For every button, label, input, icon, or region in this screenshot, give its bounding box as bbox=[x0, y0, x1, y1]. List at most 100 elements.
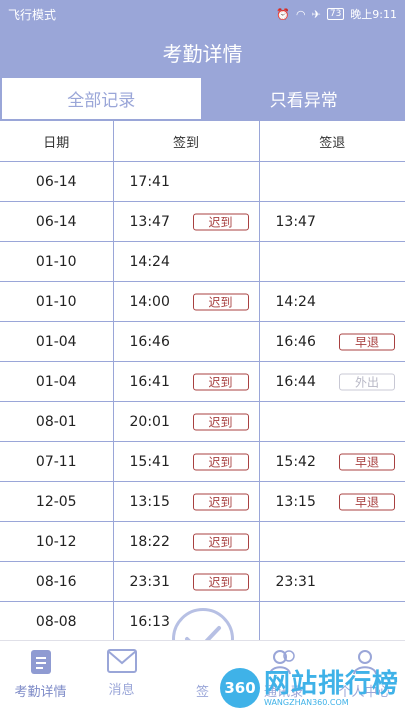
attendance-table: 日期 签到 签退 06-14 17:41 06-14 13:47 迟到 13:47 01-1… bbox=[0, 121, 405, 682]
status-badge: 早退 bbox=[339, 493, 395, 510]
row-checkin-cell: 14:24 bbox=[113, 242, 259, 282]
row-date: 08-16 bbox=[0, 562, 113, 602]
row-checkin-cell: 13:15 迟到 bbox=[113, 482, 259, 522]
status-badge: 迟到 bbox=[193, 293, 249, 310]
row-date: 08-01 bbox=[0, 402, 113, 442]
row-date: 01-04 bbox=[0, 362, 113, 402]
row-checkin-time: 14:24 bbox=[130, 254, 170, 270]
row-checkout-cell: 13:15 早退 bbox=[259, 482, 405, 522]
row-date: 08-08 bbox=[0, 602, 113, 642]
row-checkout-cell bbox=[259, 522, 405, 562]
row-checkout-time: 14:24 bbox=[276, 294, 316, 310]
row-checkout-time: 23:31 bbox=[276, 574, 316, 590]
status-badge: 外出 bbox=[339, 373, 395, 390]
row-checkin-cell: 16:41 迟到 bbox=[113, 362, 259, 402]
status-badge: 迟到 bbox=[193, 213, 249, 230]
status-badge: 迟到 bbox=[193, 533, 249, 550]
row-checkout-time: 13:47 bbox=[276, 214, 316, 230]
row-checkin-cell: 17:41 bbox=[113, 162, 259, 202]
airplane-mode-text: 飞行模式 bbox=[8, 6, 56, 23]
watermark: 360 网站排行榜 WANGZHAN360.COM bbox=[220, 668, 399, 708]
header-date: 日期 bbox=[0, 121, 113, 162]
status-badge: 迟到 bbox=[193, 493, 249, 510]
clock: 晚上9:11 bbox=[350, 6, 397, 22]
row-checkout-time: 13:15 bbox=[276, 494, 316, 510]
row-checkin-time: 17:41 bbox=[130, 174, 170, 190]
row-date: 12-05 bbox=[0, 482, 113, 522]
status-badge: 迟到 bbox=[193, 573, 249, 590]
row-checkin-time: 23:31 bbox=[130, 574, 170, 590]
nav-messages[interactable]: 消息 bbox=[81, 641, 162, 721]
status-bar: 飞行模式 ⏰ ◠ ✈ 73 晚上9:11 bbox=[0, 0, 405, 28]
status-badge: 迟到 bbox=[193, 453, 249, 470]
row-checkin-time: 13:15 bbox=[130, 494, 170, 510]
row-checkout-cell bbox=[259, 162, 405, 202]
row-checkin-cell: 18:22 迟到 bbox=[113, 522, 259, 562]
row-checkout-cell bbox=[259, 602, 405, 642]
status-badge: 早退 bbox=[339, 333, 395, 350]
page-title: 考勤详情 bbox=[163, 38, 243, 67]
table-row: 07-1115:41迟到 15:42 早退 bbox=[0, 442, 405, 482]
row-checkin-cell: 20:01迟到 bbox=[113, 402, 259, 442]
row-checkin-cell: 14:00 迟到 bbox=[113, 282, 259, 322]
row-checkout-cell: 15:42 早退 bbox=[259, 442, 405, 482]
status-badge: 早退 bbox=[339, 453, 395, 470]
watermark-title: 网站排行榜 bbox=[264, 670, 399, 698]
filter-tabs: 全部记录 只看异常 bbox=[0, 76, 405, 121]
row-checkout-time: 16:46 bbox=[276, 334, 316, 350]
table-row: 10-12 18:22 迟到 bbox=[0, 522, 405, 562]
row-date: 01-04 bbox=[0, 322, 113, 362]
table-row: 08-0120:01迟到 bbox=[0, 402, 405, 442]
nav-label: 考勤详情 bbox=[14, 681, 66, 700]
row-date: 06-14 bbox=[0, 162, 113, 202]
row-checkout-time: 16:44 bbox=[276, 374, 316, 390]
wifi-icon: ◠ bbox=[296, 8, 306, 21]
nav-label: 消息 bbox=[108, 679, 134, 698]
row-checkout-cell bbox=[259, 402, 405, 442]
row-checkout-time: 15:42 bbox=[276, 454, 316, 470]
table-row: 06-14 17:41 bbox=[0, 162, 405, 202]
airplane-icon: ✈ bbox=[312, 8, 321, 21]
table-row: 01-04 16:41 迟到 16:44 外出 bbox=[0, 362, 405, 402]
row-checkout-cell: 14:24 bbox=[259, 282, 405, 322]
row-checkin-cell: 16:46 bbox=[113, 322, 259, 362]
table-row: 01-10 14:24 bbox=[0, 242, 405, 282]
document-icon bbox=[30, 649, 52, 675]
header-checkin: 签到 bbox=[113, 121, 259, 162]
row-checkin-time: 13:47 bbox=[130, 214, 170, 230]
table-row: 01-04 16:46 16:46 早退 bbox=[0, 322, 405, 362]
row-checkout-cell bbox=[259, 242, 405, 282]
table-row: 06-14 13:47 迟到 13:47 bbox=[0, 202, 405, 242]
row-checkin-time: 14:00 bbox=[130, 294, 170, 310]
mail-icon bbox=[107, 649, 137, 673]
alarm-icon: ⏰ bbox=[276, 8, 290, 21]
row-checkout-cell: 16:44 外出 bbox=[259, 362, 405, 402]
row-date: 07-11 bbox=[0, 442, 113, 482]
row-date: 01-10 bbox=[0, 282, 113, 322]
tab-all-records[interactable]: 全部记录 bbox=[0, 76, 203, 121]
nav-attendance[interactable]: 考勤详情 bbox=[0, 641, 81, 721]
row-checkin-cell: 15:41迟到 bbox=[113, 442, 259, 482]
status-badge: 迟到 bbox=[193, 373, 249, 390]
row-date: 01-10 bbox=[0, 242, 113, 282]
row-checkin-cell: 23:31 迟到 bbox=[113, 562, 259, 602]
row-checkin-time: 16:46 bbox=[130, 334, 170, 350]
row-checkout-cell: 13:47 bbox=[259, 202, 405, 242]
row-checkin-time: 16:13 bbox=[130, 614, 170, 630]
header-checkout: 签退 bbox=[259, 121, 405, 162]
row-checkout-cell: 16:46 早退 bbox=[259, 322, 405, 362]
row-checkin-time: 16:41 bbox=[130, 374, 170, 390]
table-row: 01-10 14:00 迟到 14:24 bbox=[0, 282, 405, 322]
table-row: 08-16 23:31 迟到 23:31 bbox=[0, 562, 405, 602]
row-checkin-time: 18:22 bbox=[130, 534, 170, 550]
page-header: 考勤详情 bbox=[0, 28, 405, 76]
nav-label: 签 bbox=[196, 681, 209, 700]
watermark-badge: 360 bbox=[220, 668, 260, 708]
row-date: 06-14 bbox=[0, 202, 113, 242]
row-checkin-cell: 13:47 迟到 bbox=[113, 202, 259, 242]
tab-anomalies-only[interactable]: 只看异常 bbox=[203, 76, 405, 121]
row-date: 10-12 bbox=[0, 522, 113, 562]
status-icons: ⏰ ◠ ✈ 73 晚上9:11 bbox=[276, 6, 397, 22]
table-row: 12-05 13:15 迟到 13:15 早退 bbox=[0, 482, 405, 522]
watermark-url: WANGZHAN360.COM bbox=[264, 698, 399, 707]
